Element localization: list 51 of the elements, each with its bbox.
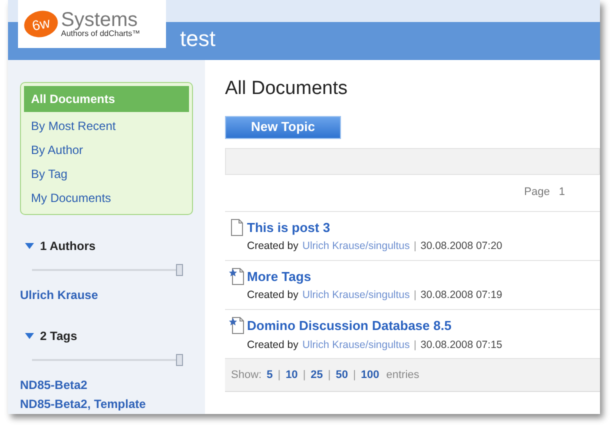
page-size-link[interactable]: 100 bbox=[360, 367, 380, 384]
page-size-link[interactable]: 50 bbox=[336, 367, 348, 384]
separator: | bbox=[302, 368, 306, 383]
entries-label: entries bbox=[386, 368, 420, 383]
site-title: test bbox=[180, 25, 216, 53]
nav-link[interactable]: By Most Recent bbox=[24, 114, 189, 138]
slider-thumb[interactable] bbox=[176, 264, 183, 276]
logo-name: Systems bbox=[61, 10, 138, 30]
created-by-label: Created by bbox=[247, 288, 298, 304]
page-label: Page bbox=[524, 185, 550, 200]
page-title: All Documents bbox=[225, 77, 348, 101]
facet-title: 1 Authors bbox=[40, 238, 96, 255]
page-size-link[interactable]: 5 bbox=[266, 367, 273, 384]
toggle-icon[interactable] bbox=[24, 332, 34, 340]
separator: | bbox=[353, 368, 356, 383]
author-link[interactable]: Ulrich Krause/singultus bbox=[302, 338, 410, 354]
starred-document-icon bbox=[229, 317, 245, 334]
document-title-link[interactable]: This is post 3 bbox=[247, 218, 330, 237]
toggle-icon[interactable] bbox=[24, 242, 34, 250]
created-by-label: Created by bbox=[247, 239, 298, 254]
facet-link[interactable]: ND85-Beta2 bbox=[20, 376, 88, 395]
created-by-label: Created by bbox=[247, 338, 298, 352]
show-label: Show: bbox=[231, 368, 262, 383]
author-link[interactable]: Ulrich Krause/singultus bbox=[302, 239, 410, 255]
document-date: 30.08.2008 07:15 bbox=[420, 338, 502, 352]
page-size-link[interactable]: 10 bbox=[286, 367, 298, 384]
nav-link[interactable]: My Documents bbox=[24, 186, 189, 210]
starred-document-icon bbox=[229, 268, 245, 285]
document-title-link[interactable]: More Tags bbox=[247, 266, 312, 286]
slider-track[interactable] bbox=[32, 354, 183, 366]
document-title-link[interactable]: Domino Discussion Database 8.5 bbox=[247, 316, 452, 336]
new-topic-button[interactable]: New Topic bbox=[225, 116, 341, 138]
document-date: 30.08.2008 07:19 bbox=[420, 288, 502, 304]
page-size-link[interactable]: 25 bbox=[310, 367, 323, 384]
logo-tagline: Authors of ddCharts™ bbox=[61, 30, 140, 38]
document-date: 30.08.2008 07:20 bbox=[420, 239, 502, 254]
separator: | bbox=[328, 368, 331, 383]
page-number: 1 bbox=[558, 185, 565, 200]
facet-link[interactable]: Ulrich Krause bbox=[20, 286, 98, 305]
separator: | bbox=[414, 288, 416, 304]
nav-link[interactable]: By Tag bbox=[24, 162, 189, 186]
nav-link[interactable]: By Author bbox=[24, 138, 189, 162]
separator: | bbox=[414, 239, 416, 254]
slider-thumb[interactable] bbox=[176, 354, 183, 366]
document-icon bbox=[229, 218, 245, 236]
separator: | bbox=[278, 368, 281, 383]
facet-link[interactable]: ND85-Beta2, Template bbox=[20, 395, 146, 414]
facet-title: 2 Tags bbox=[40, 328, 78, 345]
slider-track[interactable] bbox=[32, 264, 183, 276]
separator: | bbox=[414, 338, 416, 352]
author-link[interactable]: Ulrich Krause/singultus bbox=[302, 288, 410, 304]
